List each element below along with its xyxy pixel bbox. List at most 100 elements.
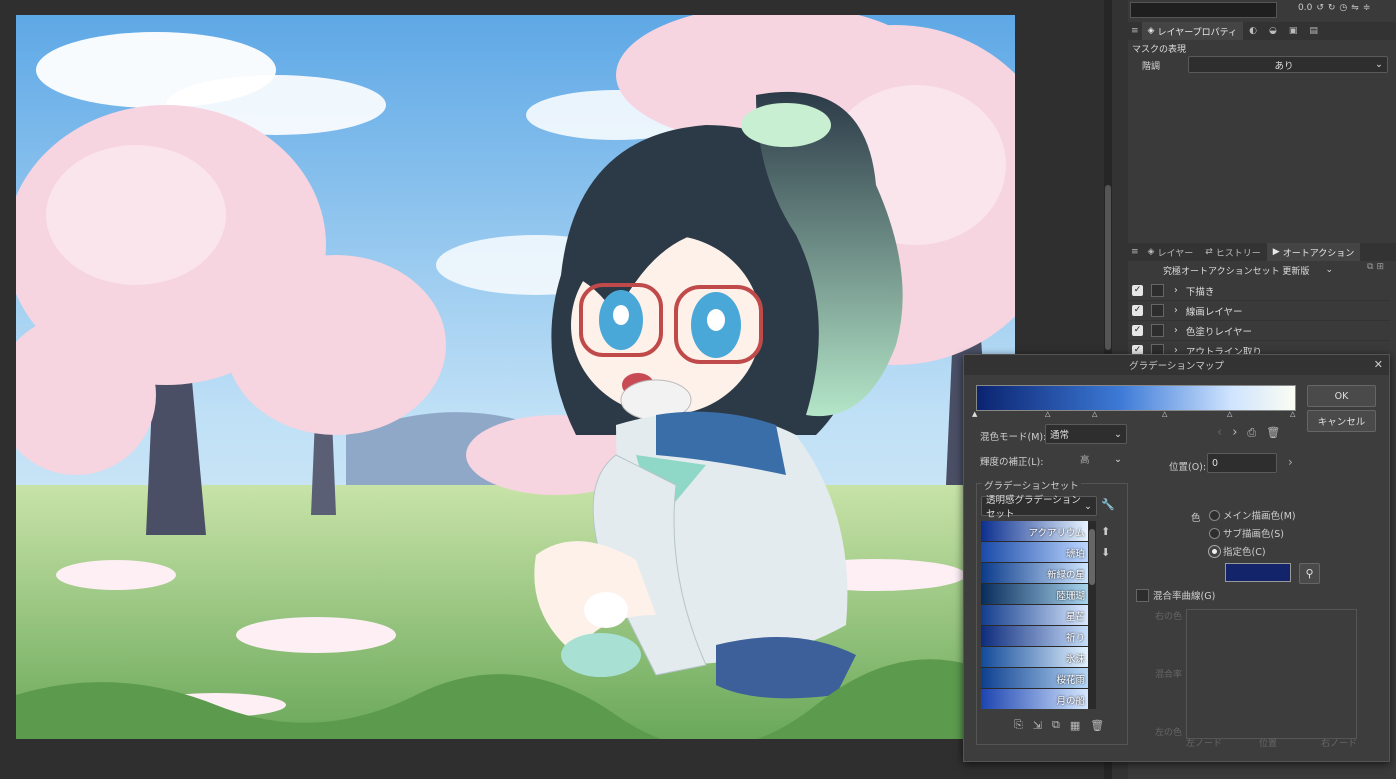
gradient-list-item[interactable]: 新緑の星	[981, 563, 1088, 584]
gradient-preview-bar[interactable]	[976, 385, 1296, 411]
rotate-left-icon[interactable]: ↺	[1316, 3, 1324, 13]
chevron-right-icon[interactable]: ›	[1174, 325, 1178, 336]
gradient-list-item[interactable]: アクアリウム	[981, 521, 1088, 542]
tab-material[interactable]: ▣	[1283, 22, 1304, 40]
layer-icon: ◈	[1147, 247, 1155, 257]
gradation-label: 階調	[1142, 62, 1161, 72]
tab-navigator[interactable]: ▤	[1303, 22, 1324, 40]
close-icon[interactable]: ✕	[1374, 358, 1383, 371]
chevron-down-icon: ⌄	[1114, 453, 1122, 465]
gradient-list[interactable]: アクアリウム 琥珀新緑の星陸珊瑚星芒 祈り 氷沫桜花雨月の船	[981, 521, 1088, 709]
move-up-icon[interactable]: ⬆	[1101, 525, 1110, 538]
position-input[interactable]: 0	[1207, 453, 1277, 473]
add-node-icon[interactable]: ⎙	[1247, 426, 1256, 440]
gradient-list-item[interactable]: 桜花雨	[981, 668, 1088, 689]
gradient-list-item[interactable]: 琥珀	[981, 542, 1088, 563]
flip-vertical-icon[interactable]: ≑	[1363, 3, 1371, 13]
chevron-right-icon[interactable]: ›	[1174, 285, 1178, 296]
chevron-left-icon[interactable]: ‹	[1217, 425, 1222, 440]
tab-history[interactable]: ⇄ ヒストリー	[1199, 243, 1267, 261]
checkbox-enabled[interactable]: ✓	[1132, 325, 1143, 336]
list-item[interactable]: ✓ › 色塗りレイヤー	[1128, 321, 1390, 341]
color-option-specified[interactable]: 指定色(C)	[1208, 544, 1266, 558]
checkbox-enabled[interactable]: ✓	[1132, 305, 1143, 316]
radio-main-color[interactable]	[1209, 509, 1220, 521]
chevron-right-icon[interactable]: ›	[1174, 305, 1178, 316]
auto-action-tabbar: ≡ ◈ レイヤー ⇄ ヒストリー ▶ オートアクション	[1128, 243, 1396, 261]
blend-curve-option[interactable]: 混合率曲線(G)	[1136, 588, 1215, 602]
action-set-select[interactable]: 究極オートアクションセット 更新版 ⌄	[1130, 262, 1366, 278]
register-icon[interactable]: ▦	[1070, 719, 1080, 732]
scrollbar-thumb[interactable]	[1089, 529, 1095, 585]
radio-specified-color[interactable]	[1208, 544, 1221, 558]
navigator-preview[interactable]	[1130, 2, 1277, 18]
color-option-sub[interactable]: サブ描画色(S)	[1209, 526, 1284, 540]
trash-icon[interactable]: 🗑	[1090, 719, 1104, 732]
node-marker-icon[interactable]: △	[1290, 410, 1295, 418]
radio-sub-color[interactable]	[1209, 527, 1220, 539]
tab-color-set[interactable]: ◐	[1243, 22, 1263, 40]
blend-mode-select[interactable]: 通常 ⌄	[1045, 424, 1127, 444]
specified-color-swatch[interactable]	[1225, 563, 1291, 582]
menu-icon[interactable]: ≡	[1128, 26, 1142, 36]
checkbox-dialog[interactable]	[1151, 324, 1164, 337]
luminance-label: 輝度の補正(L):	[980, 457, 1044, 468]
checkbox-dialog[interactable]	[1151, 284, 1164, 297]
tab-layer[interactable]: ◈ レイヤー	[1142, 243, 1200, 261]
gradient-set-select[interactable]: 透明感グラデーションセット ⌄	[981, 495, 1097, 520]
gradient-name: 新緑の星	[1046, 570, 1085, 581]
tab-layer-properties[interactable]: ◈ レイヤープロパティ	[1141, 22, 1244, 40]
list-item[interactable]: ✓ › 下描き	[1128, 281, 1390, 301]
action-list: ✓ › 下描き ✓ › 線画レイヤー ✓ › 色塗りレイヤー ✓ › アウトライ…	[1128, 281, 1390, 361]
luminance-select[interactable]: 高 ⌄	[1045, 449, 1127, 469]
gradient-name: 陸珊瑚	[1056, 591, 1085, 602]
move-down-icon[interactable]: ⬇	[1101, 546, 1110, 559]
flip-horizontal-icon[interactable]: ⇋	[1351, 3, 1359, 13]
trash-icon[interactable]: 🗑	[1266, 426, 1280, 439]
gradient-list-item[interactable]: 陸珊瑚	[981, 584, 1088, 605]
node-marker-icon[interactable]: △	[1045, 410, 1050, 418]
blend-curve-checkbox[interactable]	[1136, 588, 1149, 602]
tab-sub-view[interactable]: ◒	[1263, 22, 1283, 40]
anime-girl-illustration	[16, 15, 1015, 739]
checkbox-dialog[interactable]	[1151, 304, 1164, 317]
graph-blend-rate-label: 混合率	[1155, 670, 1183, 680]
tab-auto-action[interactable]: ▶ オートアクション	[1266, 243, 1361, 261]
dialog-title[interactable]: グラデーションマップ	[964, 355, 1389, 375]
color-option-main[interactable]: メイン描画色(M)	[1209, 508, 1296, 522]
blend-curve-graph[interactable]	[1186, 609, 1357, 739]
checkbox-enabled[interactable]: ✓	[1132, 285, 1143, 296]
ok-button[interactable]: OK	[1307, 385, 1376, 407]
node-marker-icon[interactable]: △	[1092, 410, 1097, 418]
import-icon[interactable]: ⇲	[1033, 719, 1042, 732]
gradient-name: 桜花雨	[1056, 675, 1085, 686]
menu-icon[interactable]: ≡	[1128, 247, 1142, 257]
gradient-name: 月の船	[1056, 696, 1085, 707]
wrench-icon[interactable]: 🔧	[1101, 498, 1115, 511]
new-set-icon[interactable]: ⊞	[1376, 262, 1384, 272]
gradient-list-item[interactable]: 月の船	[981, 689, 1088, 709]
rotate-right-icon[interactable]: ↻	[1328, 3, 1336, 13]
node-marker-icon[interactable]: ▲	[972, 410, 977, 418]
gradation-select[interactable]: あり ⌄	[1188, 56, 1388, 73]
graph-left-node-label: 左ノード	[1186, 739, 1223, 749]
duplicate-icon[interactable]: ⧉	[1052, 718, 1060, 732]
scrollbar-thumb[interactable]	[1105, 185, 1111, 350]
copy-icon[interactable]: ⧉	[1367, 262, 1373, 272]
artwork-canvas[interactable]	[16, 15, 1015, 739]
node-marker-icon[interactable]: △	[1162, 410, 1167, 418]
node-marker-icon[interactable]: △	[1227, 410, 1232, 418]
gradient-list-scrollbar[interactable]	[1088, 521, 1096, 709]
eyedropper-icon[interactable]: ⚲	[1299, 563, 1320, 584]
chevron-right-icon[interactable]: ›	[1232, 425, 1237, 440]
auto-action-icon: ▶	[1272, 247, 1280, 257]
gradient-list-item[interactable]: 星芒	[981, 605, 1088, 626]
gradient-list-item[interactable]: 氷沫	[981, 647, 1088, 668]
chevron-right-icon[interactable]: ›	[1288, 455, 1293, 469]
reset-rotation-icon[interactable]: ◷	[1339, 3, 1347, 13]
new-gradient-icon[interactable]: ⎘	[1014, 718, 1023, 732]
gradient-list-item[interactable]: 祈り	[981, 626, 1088, 647]
graph-right-node-label: 右ノード	[1321, 739, 1358, 749]
list-item[interactable]: ✓ › 線画レイヤー	[1128, 301, 1390, 321]
cancel-button[interactable]: キャンセル	[1307, 410, 1376, 432]
